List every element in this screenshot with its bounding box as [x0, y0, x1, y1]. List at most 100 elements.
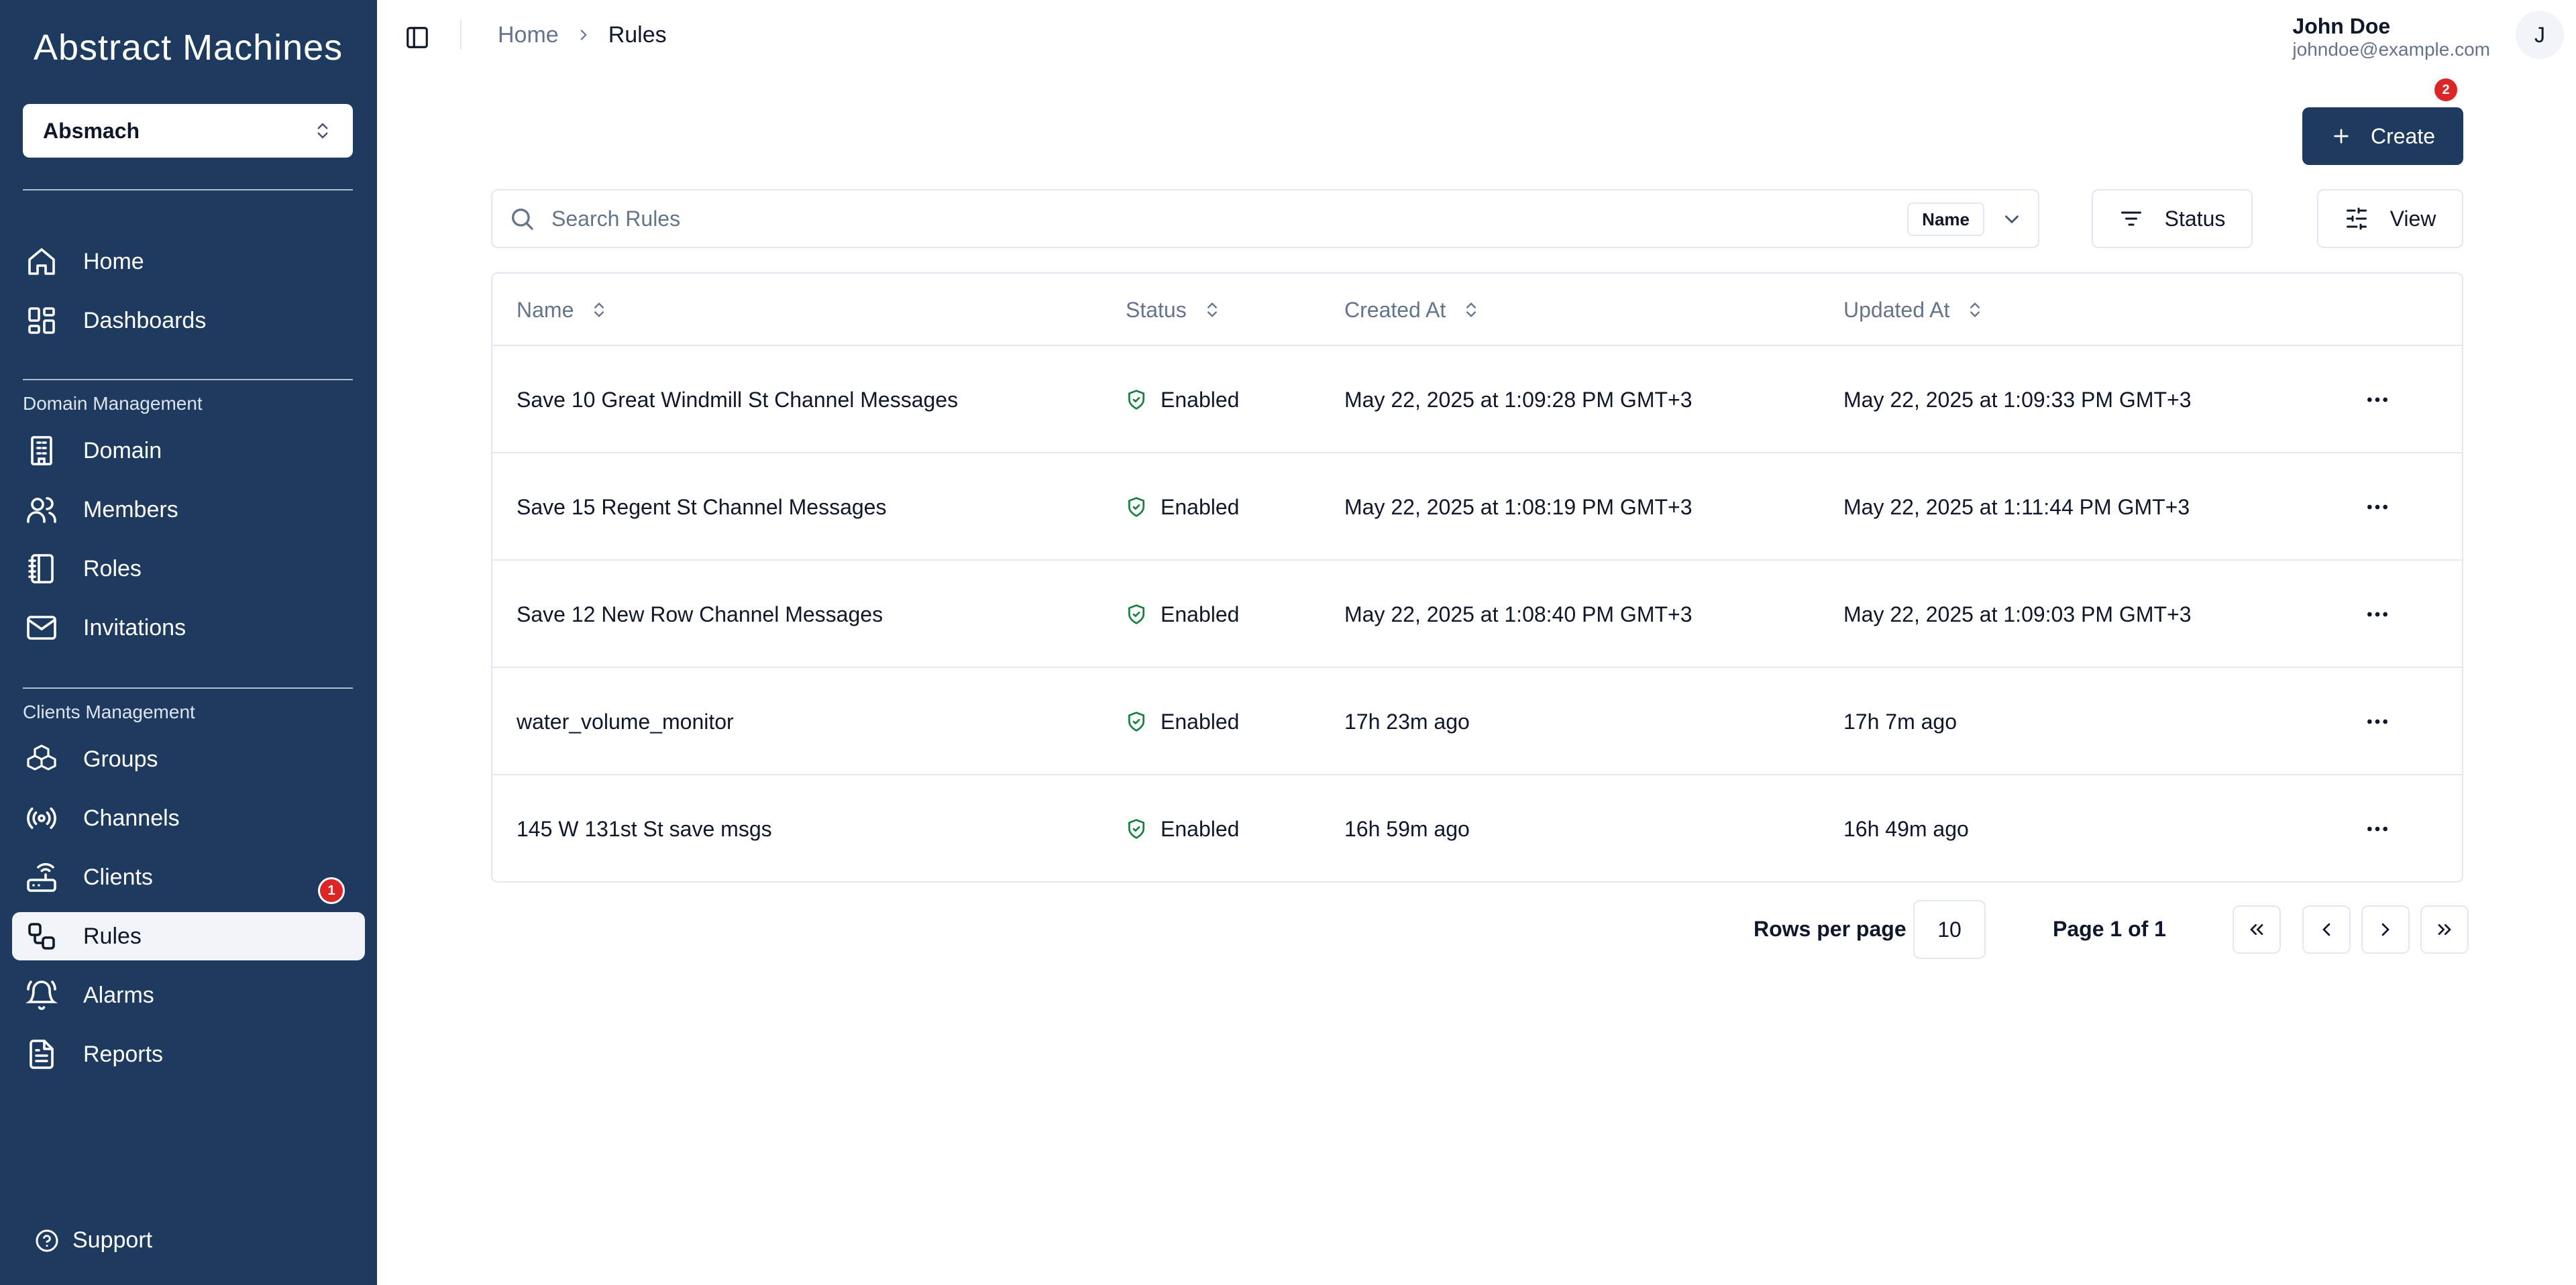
status-filter-button[interactable]: Status [2092, 189, 2253, 248]
shield-check-icon [1128, 819, 1144, 839]
row-actions-button[interactable] [2361, 491, 2394, 523]
search-icon [512, 209, 533, 230]
rule-updated-at: 17h 7m ago [1843, 709, 1957, 734]
column-header-label: Name [517, 297, 574, 322]
router-icon [24, 860, 59, 895]
column-header-name[interactable]: Name [517, 274, 608, 346]
sidebar-divider [23, 379, 353, 380]
filter-lines-icon [2121, 211, 2141, 226]
last-page-button[interactable] [2420, 905, 2469, 954]
sidebar-item-dashboards[interactable]: Dashboards [12, 296, 365, 345]
rows-per-page-select[interactable]: 10 [1913, 900, 1986, 959]
sidebar-item-channels[interactable]: Channels [12, 794, 365, 842]
user-name: John Doe [2292, 14, 2391, 38]
chevrons-right-icon [2438, 924, 2451, 935]
search-field-selector[interactable]: Name [1907, 203, 1984, 236]
sort-icon [1207, 302, 1217, 317]
next-page-button[interactable] [2361, 905, 2410, 954]
first-page-button[interactable] [2233, 905, 2281, 954]
previous-page-button[interactable] [2302, 905, 2351, 954]
sort-icon [594, 302, 604, 317]
sidebar-item-label: Invitations [83, 614, 186, 640]
more-horizontal-icon [2367, 504, 2387, 510]
column-header-status[interactable]: Status [1126, 274, 1222, 346]
sidebar-toggle-button[interactable] [402, 23, 432, 52]
page-info: Page 1 of 1 [2053, 917, 2166, 941]
search-input[interactable] [551, 206, 1826, 231]
sidebar-item-reports[interactable]: Reports [12, 1030, 365, 1078]
chevrons-left-icon [2250, 924, 2263, 935]
user-info[interactable]: John Doe johndoe@example.com [2292, 13, 2490, 60]
sidebar: Abstract Machines Absmach Home Dashboard… [0, 0, 377, 1285]
header-separator [460, 20, 462, 50]
rule-status: Enabled [1126, 453, 1239, 561]
section-label-clients-management: Clients Management [23, 702, 195, 722]
rule-status: Enabled [1126, 775, 1239, 881]
sliders-icon [2346, 207, 2367, 230]
rule-updated-at: May 22, 2025 at 1:09:33 PM GMT+3 [1843, 387, 2192, 412]
shield-check-icon [1128, 712, 1144, 732]
column-header-updated-at[interactable]: Updated At [1843, 274, 1984, 346]
sidebar-item-domain[interactable]: Domain [12, 427, 365, 475]
create-button-label: Create [2370, 123, 2436, 148]
sidebar-item-members[interactable]: Members [12, 486, 365, 534]
breadcrumb: Home Rules [498, 20, 667, 50]
app-logo[interactable]: Abstract Machines [34, 27, 343, 68]
row-actions-button[interactable] [2361, 706, 2394, 738]
column-header-created-at[interactable]: Created At [1344, 274, 1481, 346]
rule-name[interactable]: Save 12 New Row Channel Messages [517, 561, 883, 668]
sidebar-item-label: Roles [83, 555, 142, 581]
chevron-left-icon [2322, 923, 2330, 936]
row-actions-button[interactable] [2361, 598, 2394, 630]
sidebar-item-invitations[interactable]: Invitations [12, 604, 365, 652]
status-label: Enabled [1161, 494, 1240, 519]
table-row[interactable]: Save 10 Great Windmill St Channel Messag… [492, 346, 2462, 453]
table-row[interactable]: 145 W 131st St save msgs Enabled 16h 59m… [492, 775, 2462, 881]
rule-name[interactable]: water_volume_monitor [517, 668, 734, 775]
rule-created-at: 16h 59m ago [1344, 816, 1470, 841]
table-row[interactable]: Save 15 Regent St Channel Messages Enabl… [492, 453, 2462, 561]
rule-name[interactable]: Save 10 Great Windmill St Channel Messag… [517, 346, 958, 453]
help-circle-icon [36, 1229, 58, 1251]
sidebar-item-groups[interactable]: Groups [12, 735, 365, 783]
rule-name[interactable]: Save 15 Regent St Channel Messages [517, 453, 886, 561]
sidebar-item-label: Reports [83, 1041, 164, 1067]
table-row[interactable]: water_volume_monitor Enabled 17h 23m ago… [492, 668, 2462, 775]
sidebar-item-clients[interactable]: Clients [12, 853, 365, 901]
view-options-button[interactable]: View [2317, 189, 2463, 248]
support-link[interactable]: Support [35, 1227, 152, 1253]
sidebar-divider [23, 189, 353, 190]
organization-selector-value: Absmach [43, 118, 140, 143]
create-rule-button[interactable]: Create [2302, 107, 2463, 165]
more-horizontal-icon [2367, 826, 2387, 832]
sidebar-item-label: Rules [83, 923, 142, 949]
more-horizontal-icon [2367, 612, 2387, 617]
sidebar-item-roles[interactable]: Roles [12, 545, 365, 593]
search-box: Name [491, 189, 2039, 248]
rows-per-page-label: Rows per page [1754, 917, 1907, 941]
avatar[interactable]: J [2516, 11, 2564, 59]
clients-notification-badge: 1 [318, 877, 345, 904]
boxes-icon [24, 742, 59, 777]
create-notification-badge: 2 [2432, 76, 2459, 103]
column-header-label: Status [1126, 297, 1187, 322]
sidebar-item-rules[interactable]: Rules [12, 912, 365, 960]
chevron-right-icon [575, 26, 592, 44]
radio-icon [24, 801, 59, 836]
row-actions-button[interactable] [2361, 813, 2394, 845]
sort-icon [1970, 302, 1980, 317]
more-horizontal-icon [2367, 397, 2387, 402]
rule-name[interactable]: 145 W 131st St save msgs [517, 775, 772, 881]
sidebar-item-alarms[interactable]: Alarms [12, 971, 365, 1019]
table-row[interactable]: Save 12 New Row Channel Messages Enabled… [492, 561, 2462, 668]
users-icon [24, 492, 59, 527]
dashboard-icon [24, 303, 59, 338]
organization-selector[interactable]: Absmach [23, 104, 353, 158]
breadcrumb-home[interactable]: Home [498, 22, 559, 48]
rule-status: Enabled [1126, 668, 1239, 775]
sidebar-item-home[interactable]: Home [12, 237, 365, 286]
chevron-down-icon[interactable] [2000, 208, 2023, 231]
row-actions-button[interactable] [2361, 384, 2394, 416]
rule-status: Enabled [1126, 346, 1239, 453]
view-options-label: View [2390, 206, 2436, 231]
